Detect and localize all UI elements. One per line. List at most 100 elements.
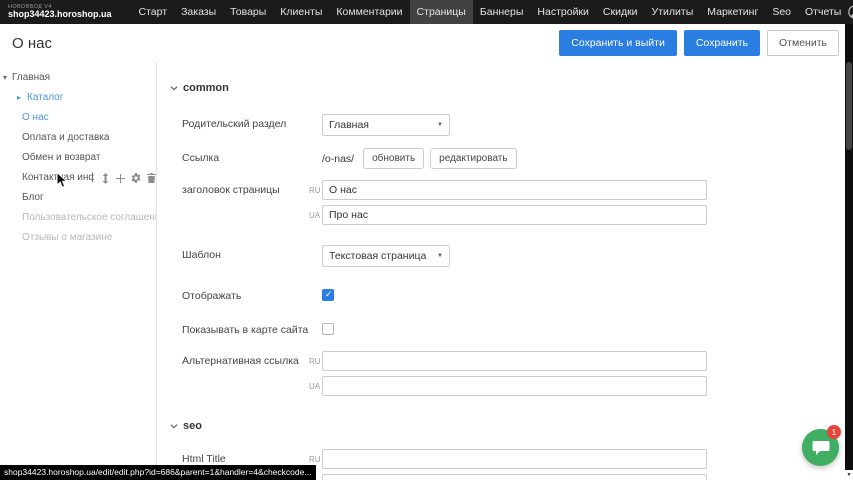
nav-item-products[interactable]: Товары xyxy=(223,0,273,24)
move-icon[interactable] xyxy=(101,173,110,184)
page-title-ru-input[interactable] xyxy=(322,180,707,200)
parent-section-label: Родительский раздел xyxy=(182,114,309,136)
page-edit-form: common Родительский раздел Главная ▼ Ссы… xyxy=(158,62,845,480)
sidebar-item-store-reviews[interactable]: Отзывы о магазине xyxy=(0,228,156,248)
main-menu: Старт Заказы Товары Клиенты Комментарии … xyxy=(132,0,849,24)
sidebar-item-payment-delivery[interactable]: Оплата и доставка xyxy=(0,128,156,148)
form-row-template: Шаблон Текстовая страница ▼ xyxy=(182,245,845,267)
account-icon[interactable] xyxy=(848,5,853,19)
nav-item-discounts[interactable]: Скидки xyxy=(596,0,645,24)
form-row-page-title: заголовок страницы RU UA xyxy=(182,180,845,225)
tree-item-label: Главная xyxy=(12,68,50,88)
brand-domain-label: shop34423.horoshop.ua xyxy=(8,10,112,20)
tree-item-label: Каталог xyxy=(27,88,63,108)
parent-section-select[interactable]: Главная ▼ xyxy=(322,114,450,136)
nav-item-utilities[interactable]: Утилиты xyxy=(645,0,701,24)
tree-item-label: Пользовательское соглашение xyxy=(22,208,156,228)
nav-item-pages[interactable]: Страницы xyxy=(410,0,473,24)
chevron-right-icon[interactable]: ▸ xyxy=(17,88,21,108)
tree-item-label: Контактная инфор xyxy=(22,168,94,188)
link-refresh-button[interactable]: обновить xyxy=(363,148,424,169)
pages-tree-sidebar: ▾ Главная ▸ Каталог О нас Оплата и доста… xyxy=(0,62,157,480)
select-value: Текстовая страница xyxy=(329,250,426,262)
scrollbar-down-button[interactable]: ▼ xyxy=(845,470,853,480)
tree-item-label: Блог xyxy=(22,188,44,208)
page-header: О нас Сохранить и выйти Сохранить Отмени… xyxy=(0,24,845,62)
sitemap-label: Показывать в карте сайта xyxy=(182,320,309,336)
tree-item-label: Обмен и возврат xyxy=(22,148,100,168)
link-preview-statusbar: shop34423.horoshop.ua/edit/edit.php?id=6… xyxy=(0,465,316,480)
sidebar-item-home[interactable]: ▾ Главная xyxy=(0,68,156,88)
nav-item-reports[interactable]: Отчеты xyxy=(798,0,848,24)
page-title-label: заголовок страницы xyxy=(182,180,309,225)
nav-item-clients[interactable]: Клиенты xyxy=(273,0,329,24)
sidebar-item-contacts[interactable]: Контактная инфор xyxy=(0,168,156,188)
sidebar-item-terms[interactable]: Пользовательское соглашение xyxy=(0,208,156,228)
link-label: Ссылка xyxy=(182,148,309,169)
chevron-down-icon xyxy=(170,424,178,429)
chevron-down-icon[interactable]: ▾ xyxy=(3,68,7,88)
nav-item-banners[interactable]: Баннеры xyxy=(473,0,531,24)
form-row-link: Ссылка /o-nas/ обновить редактировать xyxy=(182,148,845,169)
sidebar-item-exchange-return[interactable]: Обмен и возврат xyxy=(0,148,156,168)
lang-ru-tag: RU xyxy=(309,186,322,195)
chevron-down-icon xyxy=(170,86,178,91)
select-value: Главная xyxy=(329,119,369,131)
html-title-label-text: Html Title xyxy=(182,453,226,465)
add-page-icon[interactable] xyxy=(116,174,125,183)
form-row-display: Отображать xyxy=(182,286,845,302)
tree-item-actions xyxy=(101,173,156,184)
sidebar-item-blog[interactable]: Блог xyxy=(0,188,156,208)
top-navbar: НОВОВВОД V4 shop34423.horoshop.ua Старт … xyxy=(0,0,853,24)
nav-item-seo[interactable]: Seo xyxy=(765,0,798,24)
sidebar-item-catalog[interactable]: ▸ Каталог xyxy=(0,88,156,108)
link-value: /o-nas/ xyxy=(322,148,354,169)
save-button[interactable]: Сохранить xyxy=(684,30,760,56)
tree-item-label: Оплата и доставка xyxy=(22,128,109,148)
display-checkbox[interactable] xyxy=(322,289,334,301)
sidebar-item-about[interactable]: О нас xyxy=(0,108,156,128)
sitemap-checkbox[interactable] xyxy=(322,323,334,335)
nav-item-start[interactable]: Старт xyxy=(132,0,175,24)
chevron-down-icon: ▼ xyxy=(437,122,443,128)
page-title-ua-input[interactable] xyxy=(322,205,707,225)
delete-trash-icon[interactable] xyxy=(147,173,156,183)
chevron-down-icon: ▼ xyxy=(437,253,443,259)
nav-item-orders[interactable]: Заказы xyxy=(174,0,223,24)
chat-unread-badge: 1 xyxy=(827,425,841,439)
save-and-exit-button[interactable]: Сохранить и выйти xyxy=(559,30,677,56)
tree-item-label: Отзывы о магазине xyxy=(22,228,112,248)
link-edit-button[interactable]: редактировать xyxy=(430,148,516,169)
html-title-ua-input[interactable] xyxy=(322,474,707,480)
alt-link-ru-input[interactable] xyxy=(322,351,707,371)
nav-item-comments[interactable]: Комментарии xyxy=(329,0,409,24)
alt-link-label: Альтернативная ссылка xyxy=(182,351,309,396)
form-row-parent-section: Родительский раздел Главная ▼ xyxy=(182,114,845,136)
scrollbar-thumb[interactable] xyxy=(846,62,852,150)
lang-ru-tag: RU xyxy=(309,455,322,464)
alt-link-ua-input[interactable] xyxy=(322,376,707,396)
brand-logo[interactable]: НОВОВВОД V4 shop34423.horoshop.ua xyxy=(0,2,122,22)
chat-bubble-icon xyxy=(812,440,830,456)
navbar-right-icons xyxy=(848,5,853,19)
template-select[interactable]: Текстовая страница ▼ xyxy=(322,245,450,267)
lang-ua-tag: UA xyxy=(309,382,322,391)
chat-widget-button[interactable]: 1 xyxy=(802,429,839,466)
lang-ua-tag: UA xyxy=(309,211,322,220)
form-row-sitemap: Показывать в карте сайта xyxy=(182,320,845,336)
form-row-alt-link: Альтернативная ссылка RU UA xyxy=(182,351,845,396)
display-label: Отображать xyxy=(182,286,309,302)
page-title: О нас xyxy=(12,35,52,52)
section-title: common xyxy=(183,82,229,94)
template-label: Шаблон xyxy=(182,245,309,267)
nav-item-settings[interactable]: Настройки xyxy=(530,0,596,24)
section-title: seo xyxy=(183,420,202,432)
settings-gear-icon[interactable] xyxy=(131,173,141,183)
nav-item-marketing[interactable]: Маркетинг xyxy=(700,0,765,24)
tree-item-label: О нас xyxy=(22,108,49,128)
html-title-ru-input[interactable] xyxy=(322,449,707,469)
section-common-header[interactable]: common xyxy=(170,82,845,94)
section-seo-header[interactable]: seo xyxy=(170,420,845,432)
cancel-button[interactable]: Отменить xyxy=(767,30,839,56)
page-scrollbar[interactable]: ▼ xyxy=(845,24,853,480)
